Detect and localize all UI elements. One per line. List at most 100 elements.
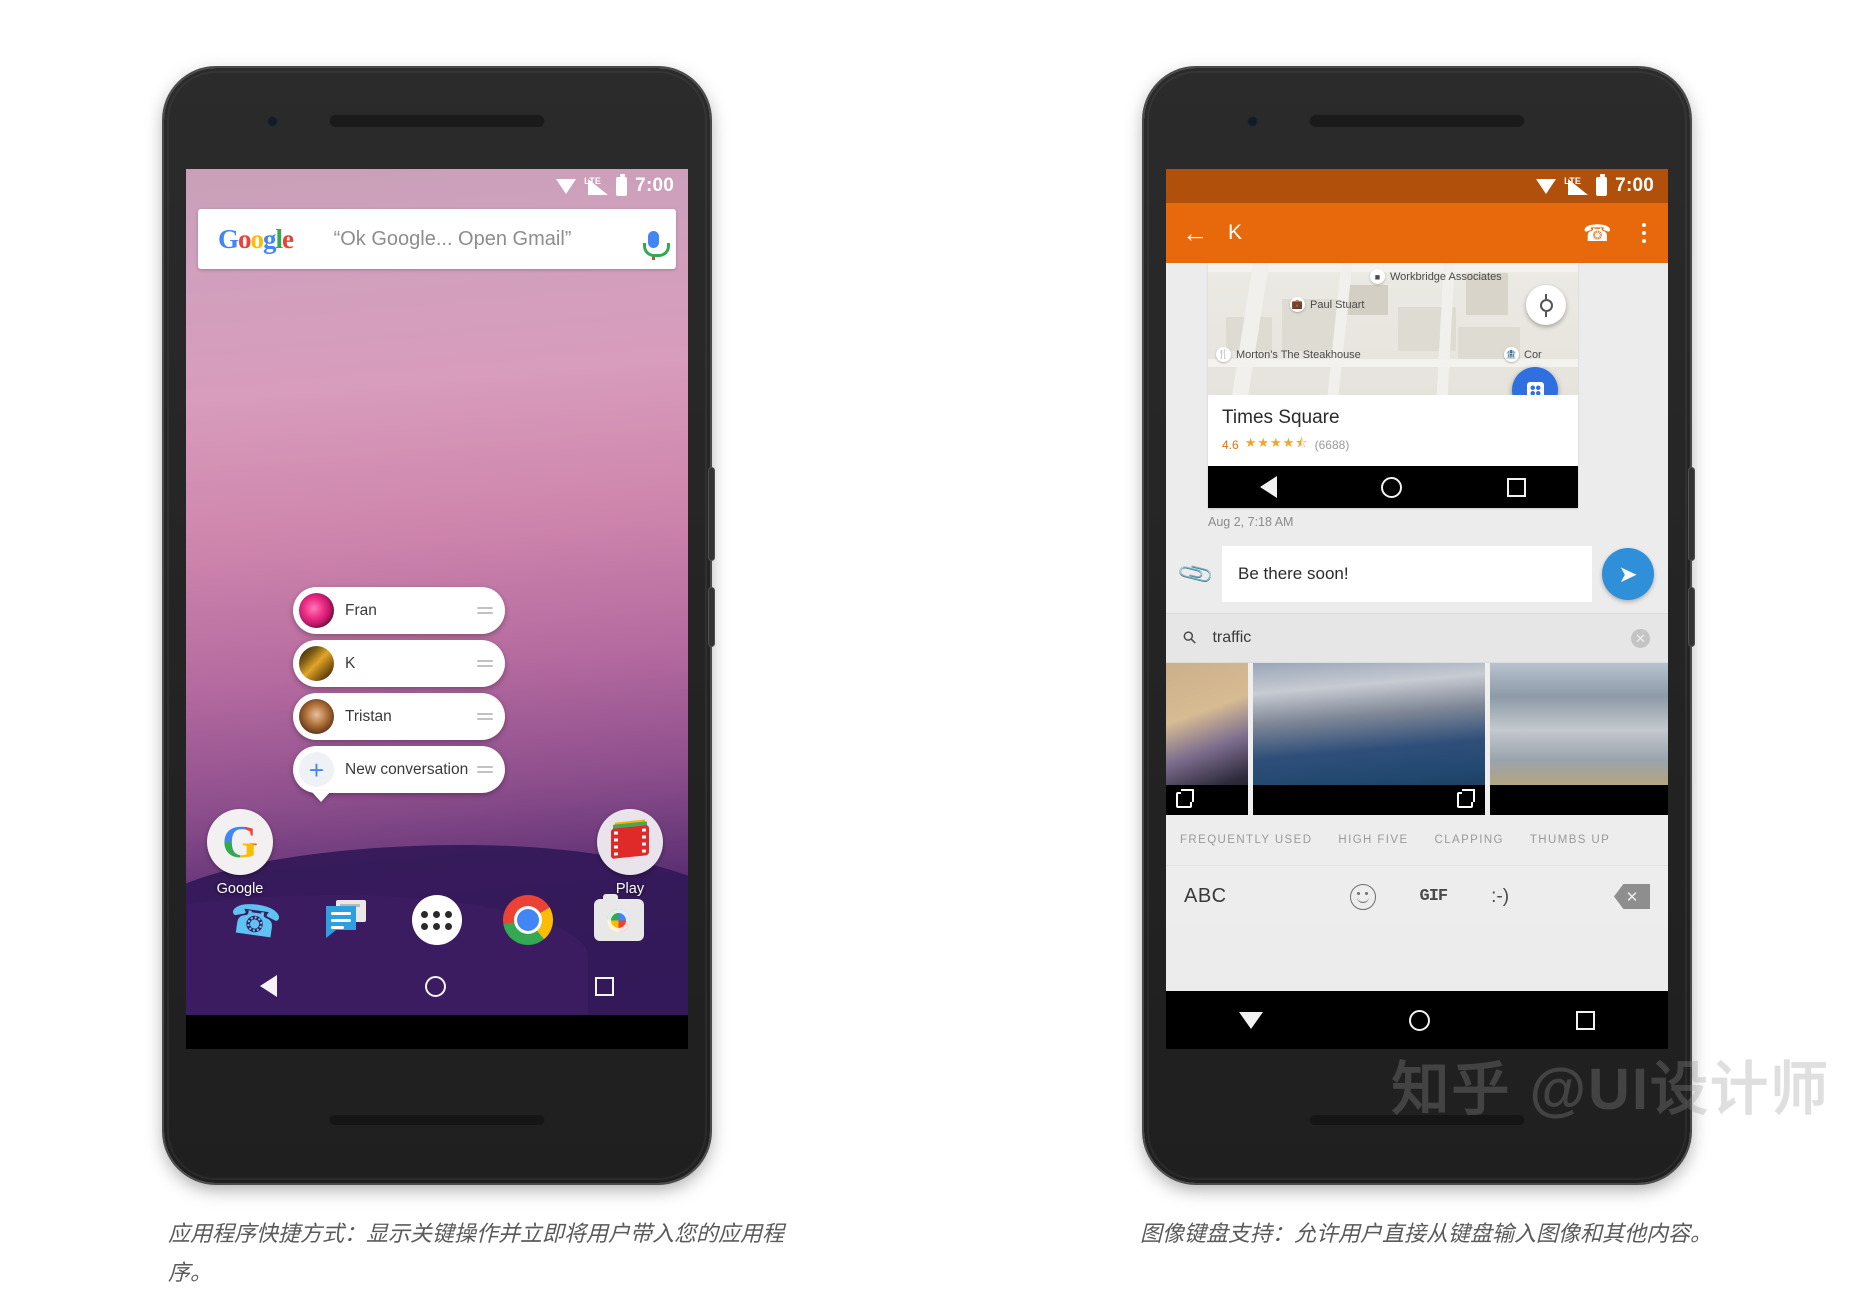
my-location-icon[interactable] bbox=[1526, 285, 1566, 325]
shortcut-label: K bbox=[345, 654, 356, 672]
nav-back-icon[interactable] bbox=[1260, 476, 1278, 498]
tab-clapping[interactable]: CLAPPING bbox=[1435, 834, 1504, 846]
emoji-icon[interactable] bbox=[1349, 883, 1376, 910]
status-bar-right: LTE 7:00 bbox=[1166, 169, 1668, 203]
nav-recents-icon[interactable] bbox=[1576, 1010, 1595, 1030]
open-in-new-icon[interactable] bbox=[1176, 789, 1194, 808]
image-search-bar[interactable]: ⚲ traffic ✕ bbox=[1166, 613, 1668, 663]
review-count: (6688) bbox=[1314, 438, 1350, 452]
smiley-key[interactable]: :-) bbox=[1491, 886, 1509, 908]
battery-icon bbox=[616, 173, 628, 196]
nav-home-icon[interactable] bbox=[1381, 476, 1403, 498]
power-button-right[interactable] bbox=[1689, 588, 1694, 646]
status-time: 7:00 bbox=[635, 175, 674, 196]
message-timestamp: Aug 2, 7:18 AM bbox=[1208, 515, 1294, 529]
google-logo-letter: o bbox=[250, 223, 264, 254]
shortcut-item-tristan[interactable]: Tristan bbox=[293, 693, 505, 740]
shortcut-item-k[interactable]: K bbox=[293, 640, 505, 687]
drag-handle-icon[interactable] bbox=[477, 766, 493, 773]
office-icon: ■ bbox=[1370, 269, 1385, 284]
map-poi-label: Morton's The Steakhouse bbox=[1236, 348, 1361, 361]
google-logo-letter: o bbox=[238, 223, 251, 254]
shortcut-item-fran[interactable]: Fran bbox=[293, 587, 505, 634]
tab-frequently-used[interactable]: FREQUENTLY USED bbox=[1180, 834, 1312, 846]
map-share-card[interactable]: ■ Workbridge Associates 💼 Paul Stuart 🍴 … bbox=[1208, 263, 1578, 508]
google-search-widget[interactable]: Google “Ok Google... Open Gmail” bbox=[198, 209, 676, 269]
popup-pointer bbox=[311, 791, 331, 802]
nav-recents-icon[interactable] bbox=[1506, 477, 1526, 497]
contact-avatar-icon bbox=[299, 593, 334, 628]
volume-button-left[interactable] bbox=[709, 468, 714, 560]
app-icon-google[interactable]: G Google bbox=[194, 809, 286, 897]
clear-icon[interactable]: ✕ bbox=[1631, 628, 1650, 648]
image-results-row bbox=[1166, 663, 1668, 815]
phone-icon[interactable]: ☎ bbox=[226, 893, 284, 947]
bottom-speaker-left bbox=[329, 1114, 545, 1125]
search-input[interactable]: traffic bbox=[1212, 629, 1615, 647]
drag-handle-icon[interactable] bbox=[477, 713, 493, 720]
map-preview[interactable]: ■ Workbridge Associates 💼 Paul Stuart 🍴 … bbox=[1208, 263, 1578, 395]
conversation-title: K bbox=[1228, 221, 1243, 244]
backspace-icon[interactable]: ✕ bbox=[1614, 884, 1650, 909]
map-poi-cor: 🏦 Cor bbox=[1504, 347, 1542, 362]
back-arrow-icon[interactable]: ← bbox=[1182, 220, 1216, 246]
shop-icon: 💼 bbox=[1290, 297, 1305, 312]
screen-right: LTE 7:00 ← K ☎ ■ Workbridge Associates 💼… bbox=[1166, 169, 1668, 1049]
messages-glyph bbox=[326, 900, 367, 938]
power-button-left[interactable] bbox=[709, 588, 714, 646]
play-movies-icon bbox=[597, 809, 663, 875]
app-bar: ← K ☎ bbox=[1166, 203, 1668, 263]
camera-icon[interactable] bbox=[593, 894, 645, 946]
nav-home-icon[interactable] bbox=[425, 975, 447, 997]
tab-high-five[interactable]: HIGH FIVE bbox=[1338, 834, 1408, 846]
map-poi-label: Paul Stuart bbox=[1310, 298, 1365, 311]
rating-value: 4.6 bbox=[1222, 438, 1239, 452]
shortcut-item-new-conversation[interactable]: + New conversation bbox=[293, 746, 505, 802]
nav-back-icon[interactable] bbox=[260, 975, 278, 997]
system-navigation-bar-right bbox=[1166, 991, 1668, 1049]
shortcut-label: New conversation bbox=[345, 760, 469, 778]
gif-key[interactable]: GIF bbox=[1420, 887, 1449, 906]
app-icon-play[interactable]: Play bbox=[584, 809, 676, 897]
volume-button-right[interactable] bbox=[1689, 468, 1694, 560]
send-icon[interactable]: ➤ bbox=[1602, 548, 1654, 600]
shortcut-label: Fran bbox=[345, 601, 377, 619]
home-screen: LTE 7:00 Google “Ok Google... Open Gmail… bbox=[186, 169, 688, 1015]
map-poi-label: Cor bbox=[1524, 348, 1542, 361]
phone-call-icon[interactable]: ☎ bbox=[1583, 220, 1612, 247]
phone-device-left: LTE 7:00 Google “Ok Google... Open Gmail… bbox=[164, 68, 714, 1183]
message-input[interactable]: Be there soon! bbox=[1222, 546, 1592, 602]
shortcut-label: Tristan bbox=[345, 707, 392, 725]
tab-thumbs-up[interactable]: THUMBS UP bbox=[1530, 834, 1610, 846]
signal-bars bbox=[1568, 178, 1589, 195]
attachment-icon[interactable]: 📎 bbox=[1175, 553, 1218, 595]
page-root: LTE 7:00 Google “Ok Google... Open Gmail… bbox=[0, 0, 1858, 1314]
traffic-thumbnail-1[interactable] bbox=[1166, 663, 1248, 815]
overflow-menu-icon[interactable] bbox=[1636, 223, 1652, 243]
app-drawer-icon[interactable] bbox=[411, 894, 463, 946]
bottom-speaker-right bbox=[1309, 1114, 1525, 1125]
drag-handle-icon[interactable] bbox=[477, 607, 493, 614]
abc-key[interactable]: ABC bbox=[1184, 885, 1227, 908]
chrome-icon[interactable] bbox=[502, 894, 554, 946]
traffic-thumbnail-2[interactable] bbox=[1253, 663, 1485, 815]
messages-icon[interactable] bbox=[320, 894, 372, 946]
microphone-icon[interactable] bbox=[630, 230, 676, 260]
place-name: Times Square bbox=[1222, 407, 1340, 428]
transit-icon[interactable] bbox=[1512, 367, 1558, 395]
plus-icon: + bbox=[299, 752, 334, 787]
contact-avatar-icon bbox=[299, 646, 334, 681]
message-composer: 📎 Be there soon! ➤ bbox=[1166, 537, 1668, 613]
voice-query-hint: “Ok Google... Open Gmail” bbox=[333, 227, 572, 250]
nav-home-icon[interactable] bbox=[1409, 1009, 1430, 1031]
signal-bars bbox=[588, 178, 609, 195]
place-rating: 4.6 ★★★★⯪ (6688) bbox=[1222, 434, 1564, 456]
google-logo-letter: e bbox=[282, 223, 294, 254]
nav-hide-keyboard-icon[interactable] bbox=[1239, 1011, 1263, 1029]
drag-handle-icon[interactable] bbox=[477, 660, 493, 667]
map-poi-mortons: 🍴 Morton's The Steakhouse bbox=[1216, 347, 1361, 362]
open-in-new-icon[interactable] bbox=[1457, 789, 1475, 808]
map-poi-paul-stuart: 💼 Paul Stuart bbox=[1290, 297, 1364, 312]
traffic-thumbnail-3[interactable] bbox=[1490, 663, 1668, 815]
nav-recents-icon[interactable] bbox=[594, 976, 614, 996]
